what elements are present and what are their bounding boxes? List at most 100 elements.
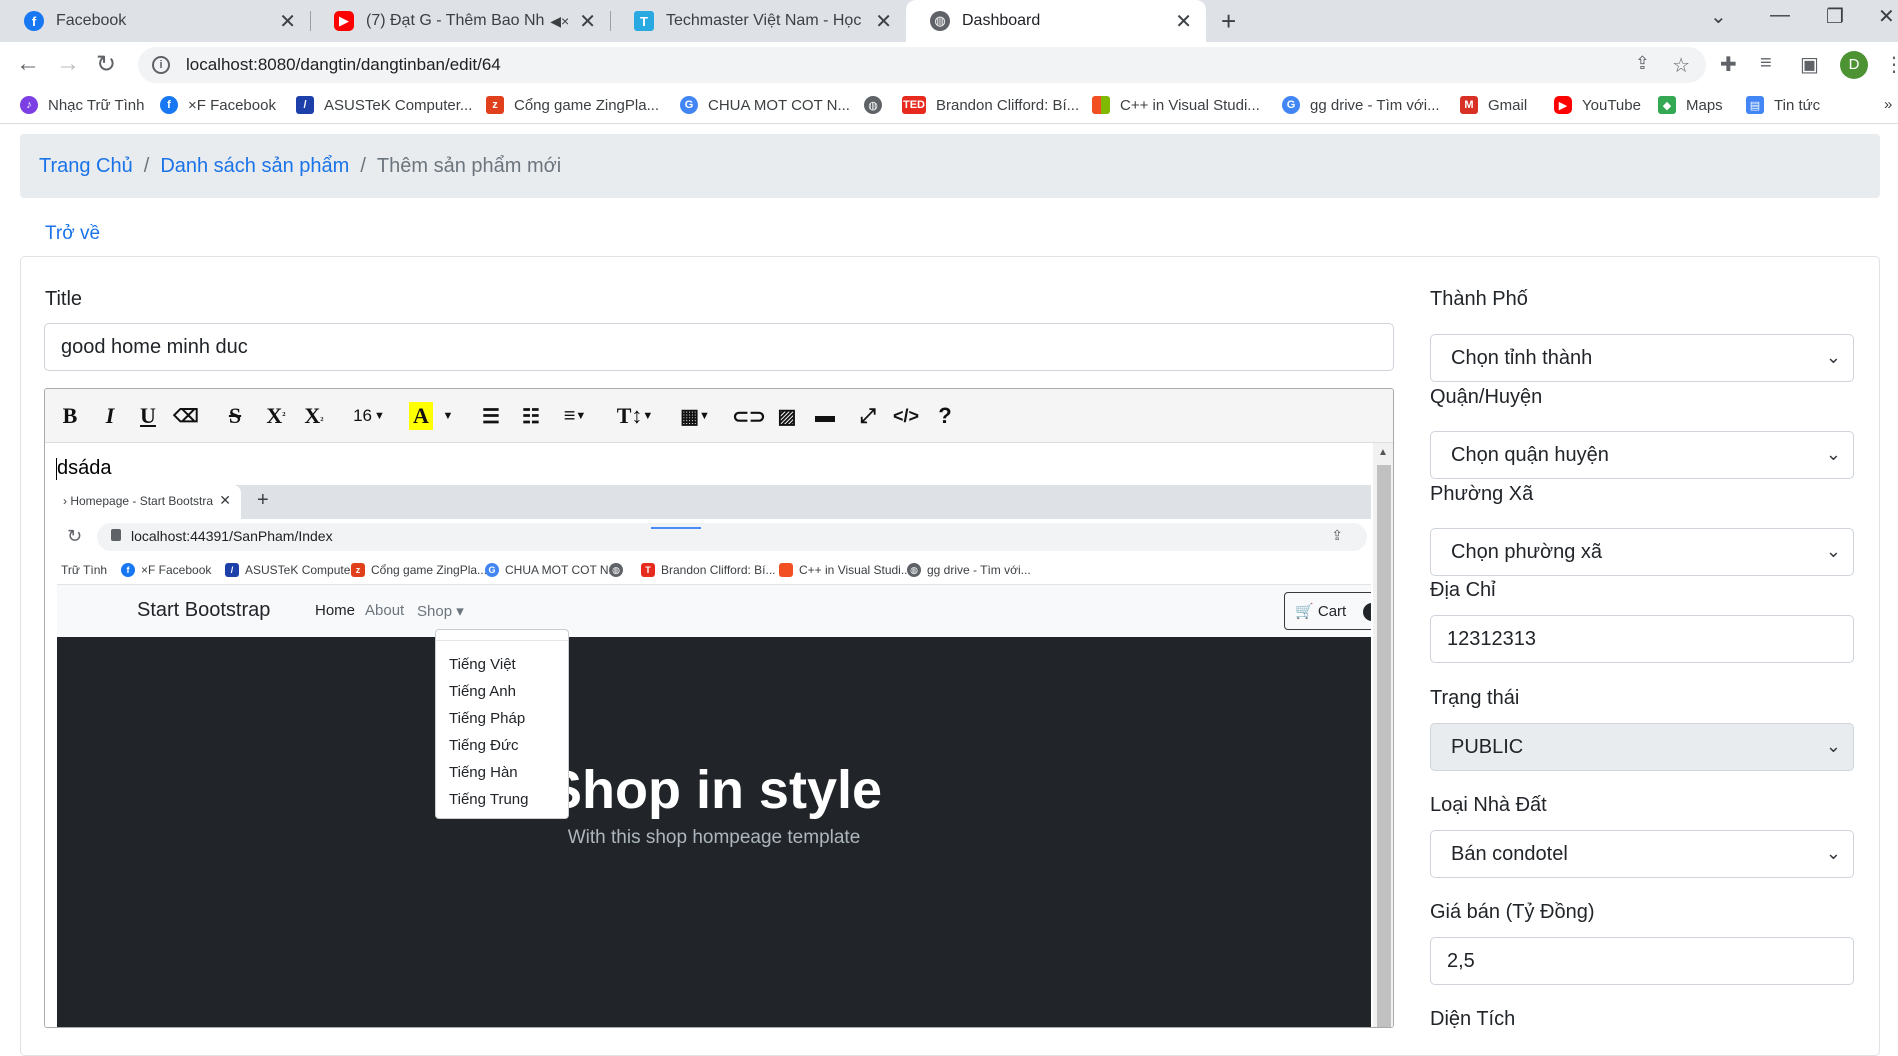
city-label: Thành Phố <box>1430 288 1528 310</box>
breadcrumb-list-link[interactable]: Danh sách sản phẩm <box>160 155 349 178</box>
district-select[interactable]: Chọn quận huyện ⌄ <box>1430 431 1854 479</box>
close-window-icon[interactable]: ✕ <box>1878 4 1895 29</box>
subscript-icon[interactable]: X₂ <box>301 402 327 430</box>
image-icon[interactable]: ▨ <box>773 402 801 430</box>
superscript-icon[interactable]: X² <box>263 402 289 430</box>
url-field[interactable]: i localhost:8080/dangtin/dangtinban/edit… <box>138 47 1706 83</box>
reload-icon[interactable]: ↻ <box>96 50 116 79</box>
text-color-icon[interactable]: A <box>409 402 433 430</box>
ward-label: Phường Xã <box>1430 483 1534 505</box>
ted-icon: T <box>641 563 655 577</box>
browser-tab-techmaster[interactable]: T Techmaster Việt Nam - Học là có ✕ <box>610 0 906 42</box>
bookmark-item[interactable]: / ASUSTeK Computer... <box>296 96 472 114</box>
bookmark-item[interactable]: ◍ <box>864 96 892 114</box>
breadcrumb-home-link[interactable]: Trang Chủ <box>39 155 133 178</box>
profile-avatar[interactable]: D <box>1840 51 1868 79</box>
menu-icon[interactable]: ⋮ <box>1884 52 1898 77</box>
ward-select[interactable]: Chọn phường xã ⌄ <box>1430 528 1854 576</box>
bookmark-item[interactable]: TED Brandon Clifford: Bí... <box>902 96 1079 114</box>
title-input[interactable]: good home minh duc <box>44 323 1394 371</box>
close-icon: ✕ <box>219 492 231 508</box>
gmail-icon: M <box>1460 96 1478 114</box>
font-size-dropdown[interactable]: 16 ▼ <box>349 402 389 430</box>
bookmark-item[interactable]: G CHUA MOT COT N... <box>680 96 850 114</box>
editor-toolbar: B I U ⌫ S X² X₂ 16 ▼ A ▼ ☰ ☷ ≡ ▼ T↕ ▼ ▦ ▼ ⊂⊃… <box>45 389 1393 443</box>
close-tab-icon[interactable]: ✕ <box>875 9 892 34</box>
bookmark-item[interactable]: ▤ Tin tức <box>1746 96 1820 114</box>
tab-title: Dashboard <box>962 12 1041 29</box>
video-icon[interactable]: ▬ <box>811 402 839 430</box>
status-label: Trạng thái <box>1430 687 1520 709</box>
city-select[interactable]: Chọn tỉnh thành ⌄ <box>1430 334 1854 382</box>
restore-icon[interactable]: ❐ <box>1826 4 1844 29</box>
browser-tab-facebook[interactable]: f Facebook ✕ <box>0 0 311 42</box>
bookmark-item[interactable]: M Gmail <box>1460 96 1527 114</box>
eraser-icon[interactable]: ⌫ <box>173 402 198 430</box>
info-icon[interactable]: i <box>152 56 170 74</box>
line-height-dropdown-icon[interactable]: T↕ ▼ <box>615 402 655 430</box>
tab-strip: f Facebook ✕ ▶ (7) Đạt G - Thêm Bao Nhiê… <box>0 0 1898 42</box>
side-panel-icon[interactable]: ▣ <box>1800 52 1819 77</box>
bookmark-item[interactable]: ▶ YouTube <box>1554 96 1641 114</box>
zing-icon: z <box>351 563 365 577</box>
bullet-list-icon[interactable]: ☰ <box>479 402 503 430</box>
close-tab-icon[interactable]: ✕ <box>1175 9 1192 34</box>
table-dropdown-icon[interactable]: ▦ ▼ <box>677 402 713 430</box>
property-type-label: Loại Nhà Đất <box>1430 794 1547 816</box>
mute-icon[interactable]: ◀× <box>550 13 569 30</box>
bookmark-item[interactable]: ◆ Maps <box>1658 96 1723 114</box>
help-icon[interactable]: ? <box>935 402 955 430</box>
close-tab-icon[interactable]: ✕ <box>579 9 596 34</box>
numbered-list-icon[interactable]: ☷ <box>519 402 543 430</box>
underline-icon[interactable]: U <box>137 402 159 430</box>
tab-search-icon[interactable]: ⌄ <box>1710 4 1727 29</box>
tab-title: Techmaster Việt Nam - Học là có <box>666 12 865 29</box>
close-tab-icon[interactable]: ✕ <box>279 9 296 34</box>
title-label: Title <box>45 288 83 310</box>
strikethrough-icon[interactable]: S <box>223 402 247 430</box>
bookmark-item[interactable]: z Cổng game ZingPla... <box>486 96 659 114</box>
google-icon: G <box>485 563 499 577</box>
link-icon[interactable]: ⊂⊃ <box>732 402 766 430</box>
tab-title: (7) Đạt G - Thêm Bao Nhiêu Ng <box>366 12 545 29</box>
forward-arrow-icon[interactable]: → <box>56 50 80 78</box>
google-icon: G <box>680 96 698 114</box>
media-icon[interactable]: ≡ <box>1760 52 1772 75</box>
bookmark-item[interactable]: C++ in Visual Studi... <box>1092 96 1260 114</box>
bookmark-item[interactable]: Ggg drive - Tìm với... <box>1282 96 1440 114</box>
plus-icon: + <box>257 489 269 511</box>
globe-icon: ◍ <box>609 563 623 577</box>
fullscreen-icon[interactable]: ⤢ <box>855 402 881 430</box>
align-dropdown-icon[interactable]: ≡ ▼ <box>557 402 593 430</box>
more-bookmarks-icon[interactable]: » <box>1884 96 1892 113</box>
chevron-down-icon: ⌄ <box>1825 541 1841 561</box>
back-arrow-icon[interactable]: ← <box>16 50 40 78</box>
back-link[interactable]: Trở về <box>45 223 100 245</box>
editor-scrollbar[interactable]: ▲ <box>1373 443 1393 1027</box>
facebook-icon: f <box>24 11 44 31</box>
status-select[interactable]: PUBLIC ⌄ <box>1430 723 1854 771</box>
property-type-select[interactable]: Bán condotel ⌄ <box>1430 830 1854 878</box>
microsoft-icon <box>779 563 793 577</box>
extensions-icon[interactable]: ✚ <box>1720 52 1737 77</box>
address-input[interactable]: 12312313 <box>1430 615 1854 663</box>
share-icon[interactable]: ⇪ <box>1635 53 1650 74</box>
browser-tab-dashboard[interactable]: ◍ Dashboard ✕ <box>906 0 1206 42</box>
bookmark-star-icon[interactable]: ☆ <box>1672 53 1690 78</box>
bold-icon[interactable]: B <box>59 402 81 430</box>
embedded-screenshot-image: › Homepage - Start Bootstra ✕ + ↻ localho… <box>57 485 1371 1027</box>
price-input[interactable]: 2,5 <box>1430 937 1854 985</box>
scroll-up-icon[interactable]: ▲ <box>1378 447 1388 458</box>
code-view-icon[interactable]: </> <box>891 402 921 430</box>
bookmark-item[interactable]: f ×F Facebook <box>160 96 276 114</box>
color-dropdown-icon[interactable]: ▼ <box>441 402 455 430</box>
cart-icon: 🛒 <box>1295 603 1314 620</box>
music-icon: ♪ <box>20 96 38 114</box>
new-tab-button[interactable]: + <box>1221 6 1236 37</box>
editor-content[interactable]: dsáda › Homepage - Start Bootstra ✕ + ↻ l… <box>45 443 1393 1027</box>
bookmark-item[interactable]: ♪ Nhạc Trữ Tình <box>20 96 144 114</box>
minimize-icon[interactable]: — <box>1770 4 1790 27</box>
italic-icon[interactable]: I <box>99 402 121 430</box>
browser-tab-youtube[interactable]: ▶ (7) Đạt G - Thêm Bao Nhiêu Ng ◀× ✕ <box>310 0 611 42</box>
area-label: Diện Tích <box>1430 1008 1516 1030</box>
